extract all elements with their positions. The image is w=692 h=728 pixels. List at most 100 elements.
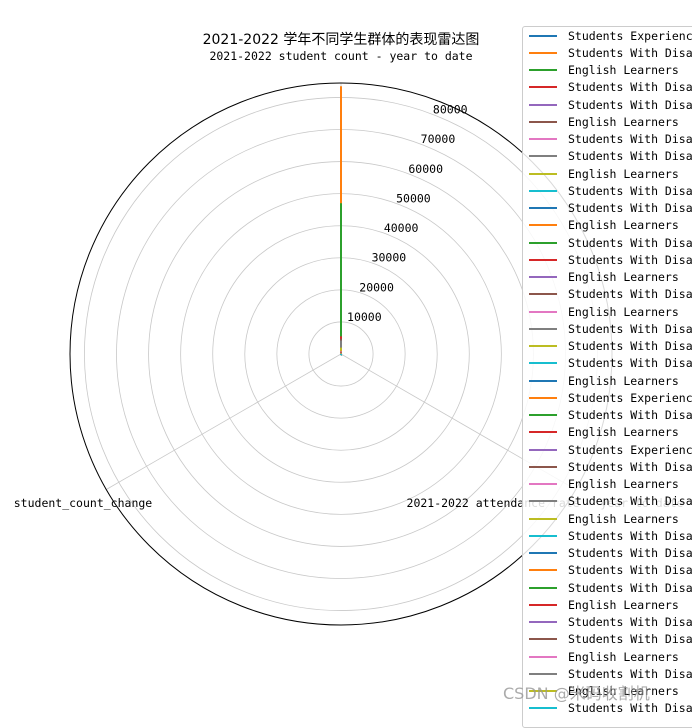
legend-label: Students With Disabil: [568, 581, 692, 595]
legend-swatch: [529, 173, 557, 175]
legend-label: Students With Disabil: [568, 149, 692, 163]
legend-item: English Learners: [529, 648, 679, 665]
legend-item: English Learners: [529, 165, 679, 182]
axis-spoke: [106, 354, 341, 490]
legend-item: Students With Disabil: [529, 407, 692, 424]
radial-tick-label: 50000: [396, 191, 431, 205]
legend-item: Students With Disabil: [529, 614, 692, 631]
legend-swatch: [529, 293, 557, 295]
chart-title: 2021-2022 学年不同学生群体的表现雷达图: [150, 29, 532, 49]
radial-tick-label: 20000: [359, 280, 394, 294]
legend-label: English Learners: [568, 512, 679, 526]
legend-item: Students With Disabil: [529, 458, 692, 475]
legend-swatch: [529, 190, 557, 192]
legend-swatch: [529, 673, 557, 675]
legend-swatch: [529, 604, 557, 606]
legend-label: Students With Disabil: [568, 356, 692, 370]
legend-label: Students With Disabil: [568, 632, 692, 646]
legend-item: Students With Disabil: [529, 320, 692, 337]
legend-swatch: [529, 638, 557, 640]
radial-tick-label: 60000: [408, 162, 443, 176]
legend-item: Students With Disabil: [529, 355, 692, 372]
legend-label: Students With Disabil: [568, 460, 692, 474]
legend-item: English Learners: [529, 424, 679, 441]
legend-swatch: [529, 535, 557, 537]
legend-swatch: [529, 35, 557, 37]
legend-label: Students Experiencing: [568, 443, 692, 457]
legend-item: Students Experiencing: [529, 27, 692, 44]
radial-tick-label: 10000: [347, 310, 382, 324]
legend-item: Students With Disabil: [529, 182, 692, 199]
legend-label: Students With Disabil: [568, 236, 692, 250]
legend-label: Students With Disabil: [568, 408, 692, 422]
legend-label: English Learners: [568, 167, 679, 181]
legend-label: Students With Disabil: [568, 46, 692, 60]
legend-item: English Learners: [529, 510, 679, 527]
legend-swatch: [529, 621, 557, 623]
legend-swatch: [529, 121, 557, 123]
legend-label: Students With Disabil: [568, 201, 692, 215]
legend-label: English Learners: [568, 115, 679, 129]
legend-label: Students With Disabil: [568, 287, 692, 301]
legend-label: Students With Disabil: [568, 184, 692, 198]
legend-swatch: [529, 345, 557, 347]
legend-item: English Learners: [529, 62, 679, 79]
legend-item: Students With Disabil: [529, 234, 692, 251]
legend-label: English Learners: [568, 218, 679, 232]
legend-item: Students With Disabil: [529, 338, 692, 355]
legend-swatch: [529, 138, 557, 140]
legend-swatch: [529, 259, 557, 261]
legend-item: Students Experiencing: [529, 389, 692, 406]
legend-swatch: [529, 328, 557, 330]
legend-item: English Learners: [529, 217, 679, 234]
axis-label: 2021-2022 student count - year to date: [209, 49, 472, 63]
legend-item: Students With Disabil: [529, 251, 692, 268]
legend-item: Students Experiencing: [529, 441, 692, 458]
legend-label: English Learners: [568, 425, 679, 439]
legend-item: Students With Disabil: [529, 286, 692, 303]
radial-tick-label: 40000: [384, 221, 419, 235]
legend-swatch: [529, 380, 557, 382]
legend-label: Students With Disabil: [568, 615, 692, 629]
legend-swatch: [529, 52, 557, 54]
legend: Students Experiencing Students With Disab…: [522, 26, 692, 728]
legend-label: English Learners: [568, 374, 679, 388]
legend-item: Students With Disabil: [529, 96, 692, 113]
legend-label: Students With Disabil: [568, 529, 692, 543]
legend-label: Students Experiencing: [568, 29, 692, 43]
legend-swatch: [529, 155, 557, 157]
axis-label: student_count_change: [14, 496, 153, 510]
legend-swatch: [529, 362, 557, 364]
radial-tick-label: 30000: [372, 251, 407, 265]
legend-item: Students With Disabil: [529, 200, 692, 217]
legend-item: English Learners: [529, 269, 679, 286]
legend-label: Students With Disabil: [568, 80, 692, 94]
legend-item: Students With Disabil: [529, 148, 692, 165]
legend-swatch: [529, 569, 557, 571]
legend-label: Students With Disabil: [568, 322, 692, 336]
radial-tick-label: 70000: [421, 132, 456, 146]
legend-swatch: [529, 500, 557, 502]
legend-item: English Learners: [529, 303, 679, 320]
legend-label: English Learners: [568, 598, 679, 612]
legend-label: Students With Disabil: [568, 667, 692, 681]
legend-item: Students With Disabil: [529, 631, 692, 648]
legend-item: Students With Disabil: [529, 527, 692, 544]
legend-swatch: [529, 483, 557, 485]
legend-swatch: [529, 518, 557, 520]
legend-swatch: [529, 86, 557, 88]
legend-item: English Learners: [529, 372, 679, 389]
legend-label: Students With Disabil: [568, 494, 692, 508]
legend-label: English Learners: [568, 650, 679, 664]
legend-label: Students Experiencing: [568, 391, 692, 405]
legend-label: Students With Disabil: [568, 98, 692, 112]
legend-swatch: [529, 311, 557, 313]
legend-label: English Learners: [568, 477, 679, 491]
legend-label: Students With Disabil: [568, 339, 692, 353]
legend-swatch: [529, 587, 557, 589]
watermark: CSDN @米码收割机: [503, 680, 650, 704]
legend-item: English Learners: [529, 476, 679, 493]
legend-item: Students With Disabil: [529, 545, 692, 562]
legend-swatch: [529, 449, 557, 451]
legend-swatch: [529, 552, 557, 554]
